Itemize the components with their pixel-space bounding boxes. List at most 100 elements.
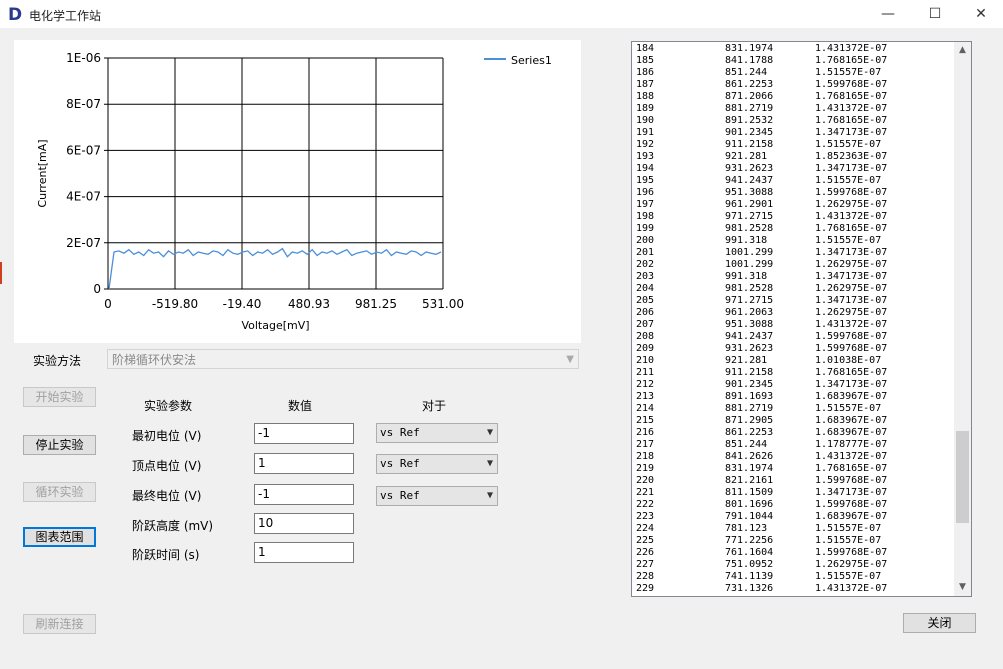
title-bar: D 电化学工作站 — ☐ ✕ bbox=[0, 0, 1003, 28]
scroll-down-icon[interactable]: ▼ bbox=[954, 579, 971, 596]
step-time-input[interactable]: 1 bbox=[254, 542, 354, 563]
row-current: 1.599768E-07 bbox=[815, 187, 888, 198]
y-tick-label: 0 bbox=[93, 282, 101, 296]
row-voltage: 881.2719 bbox=[725, 403, 774, 414]
vertex-potential-vs-select[interactable]: vs Ref ▼ bbox=[376, 454, 498, 474]
y-tick-label: 1E-06 bbox=[66, 51, 101, 65]
scrollbar[interactable]: ▲ ▼ bbox=[954, 42, 971, 596]
maximize-button[interactable]: ☐ bbox=[912, 0, 958, 28]
row-index: 226 bbox=[636, 547, 655, 558]
row-current: 1.683967E-07 bbox=[815, 391, 888, 402]
row-index: 189 bbox=[636, 103, 655, 114]
row-voltage: 831.1974 bbox=[725, 463, 774, 474]
close-button[interactable]: 关闭 bbox=[903, 613, 976, 633]
row-current: 1.431372E-07 bbox=[815, 43, 888, 54]
row-current: 1.262975E-07 bbox=[815, 199, 888, 210]
params-header-vs: 对于 bbox=[422, 399, 447, 413]
row-current: 1.262975E-07 bbox=[815, 259, 888, 270]
row-index: 191 bbox=[636, 127, 655, 138]
row-index: 223 bbox=[636, 511, 655, 522]
row-index: 186 bbox=[636, 67, 655, 78]
minimize-button[interactable]: — bbox=[865, 0, 911, 28]
row-voltage: 861.2253 bbox=[725, 79, 774, 90]
chart-range-button[interactable]: 图表范围 bbox=[23, 527, 96, 547]
row-index: 190 bbox=[636, 115, 655, 126]
close-window-button[interactable]: ✕ bbox=[958, 0, 1003, 28]
row-voltage: 821.2161 bbox=[725, 475, 774, 486]
row-current: 1.599768E-07 bbox=[815, 547, 888, 558]
final-potential-input[interactable]: -1 bbox=[254, 484, 354, 505]
initial-potential-vs-select[interactable]: vs Ref ▼ bbox=[376, 423, 498, 443]
row-voltage: 1001.299 bbox=[725, 247, 774, 258]
row-index: 225 bbox=[636, 535, 655, 546]
app-title: 电化学工作站 bbox=[29, 9, 102, 23]
row-current: 1.768165E-07 bbox=[815, 223, 888, 234]
param-label-step-height: 阶跃高度 (mV) bbox=[132, 519, 214, 533]
row-current: 1.51557E-07 bbox=[815, 403, 882, 414]
final-potential-vs-select[interactable]: vs Ref ▼ bbox=[376, 486, 498, 506]
final-potential-vs-value: vs Ref bbox=[380, 489, 420, 502]
row-voltage: 911.2158 bbox=[725, 367, 774, 378]
row-index: 207 bbox=[636, 319, 655, 330]
scroll-up-icon[interactable]: ▲ bbox=[954, 42, 971, 59]
row-current: 1.683967E-07 bbox=[815, 427, 888, 438]
params-header-name: 实验参数 bbox=[144, 399, 193, 413]
row-current: 1.51557E-07 bbox=[815, 523, 882, 534]
row-index: 200 bbox=[636, 235, 655, 246]
row-current: 1.431372E-07 bbox=[815, 319, 888, 330]
row-voltage: 931.2623 bbox=[725, 343, 774, 354]
param-label-initial: 最初电位 (V) bbox=[132, 429, 202, 443]
step-height-input[interactable]: 10 bbox=[254, 513, 354, 534]
row-current: 1.347173E-07 bbox=[815, 271, 888, 282]
x-axis-label: Voltage[mV] bbox=[241, 319, 309, 332]
row-voltage: 931.2623 bbox=[725, 163, 774, 174]
row-voltage: 741.1139 bbox=[725, 571, 774, 582]
row-index: 227 bbox=[636, 559, 655, 570]
row-voltage: 941.2437 bbox=[725, 331, 774, 342]
row-index: 222 bbox=[636, 499, 655, 510]
loop-experiment-button[interactable]: 循环实验 bbox=[23, 482, 96, 502]
row-current: 1.347173E-07 bbox=[815, 487, 888, 498]
row-current: 1.431372E-07 bbox=[815, 583, 888, 594]
chevron-down-icon: ▼ bbox=[486, 427, 493, 438]
vertex-potential-input[interactable]: 1 bbox=[254, 453, 354, 474]
row-index: 211 bbox=[636, 367, 655, 378]
method-combo[interactable]: 阶梯循环伏安法 ▼ bbox=[107, 349, 579, 369]
row-voltage: 991.318 bbox=[725, 235, 768, 246]
row-index: 214 bbox=[636, 403, 655, 414]
scroll-thumb[interactable] bbox=[956, 431, 969, 523]
refresh-connection-button[interactable]: 刷新连接 bbox=[23, 614, 96, 634]
row-index: 218 bbox=[636, 451, 655, 462]
row-current: 1.51557E-07 bbox=[815, 139, 882, 150]
param-label-step-time: 阶跃时间 (s) bbox=[132, 548, 200, 562]
chevron-down-icon: ▼ bbox=[486, 458, 493, 469]
row-current: 1.768165E-07 bbox=[815, 463, 888, 474]
row-voltage: 911.2158 bbox=[725, 139, 774, 150]
row-voltage: 801.1696 bbox=[725, 499, 774, 510]
row-voltage: 901.2345 bbox=[725, 379, 774, 390]
method-combo-value: 阶梯循环伏安法 bbox=[112, 353, 197, 367]
row-current: 1.768165E-07 bbox=[815, 55, 888, 66]
x-tick-label: 0 bbox=[104, 297, 112, 311]
data-listbox[interactable]: 184 831.1974 1.431372E-07 185 841.1788 1.7681… bbox=[631, 41, 972, 597]
row-index: 228 bbox=[636, 571, 655, 582]
row-index: 201 bbox=[636, 247, 655, 258]
start-experiment-button[interactable]: 开始实验 bbox=[23, 387, 96, 407]
row-index: 188 bbox=[636, 91, 655, 102]
legend-label: Series1 bbox=[511, 54, 552, 67]
y-tick-label: 4E-07 bbox=[66, 190, 101, 204]
row-current: 1.51557E-07 bbox=[815, 535, 882, 546]
row-current: 1.347173E-07 bbox=[815, 247, 888, 258]
row-index: 192 bbox=[636, 139, 655, 150]
row-current: 1.431372E-07 bbox=[815, 451, 888, 462]
row-current: 1.51557E-07 bbox=[815, 67, 882, 78]
row-voltage: 981.2528 bbox=[725, 283, 774, 294]
row-current: 1.431372E-07 bbox=[815, 211, 888, 222]
row-index: 208 bbox=[636, 331, 655, 342]
row-voltage: 891.2532 bbox=[725, 115, 774, 126]
row-current: 1.262975E-07 bbox=[815, 283, 888, 294]
x-tick-label: -519.80 bbox=[152, 297, 198, 311]
initial-potential-input[interactable]: -1 bbox=[254, 423, 354, 444]
stop-experiment-button[interactable]: 停止实验 bbox=[23, 435, 96, 455]
row-voltage: 971.2715 bbox=[725, 295, 774, 306]
